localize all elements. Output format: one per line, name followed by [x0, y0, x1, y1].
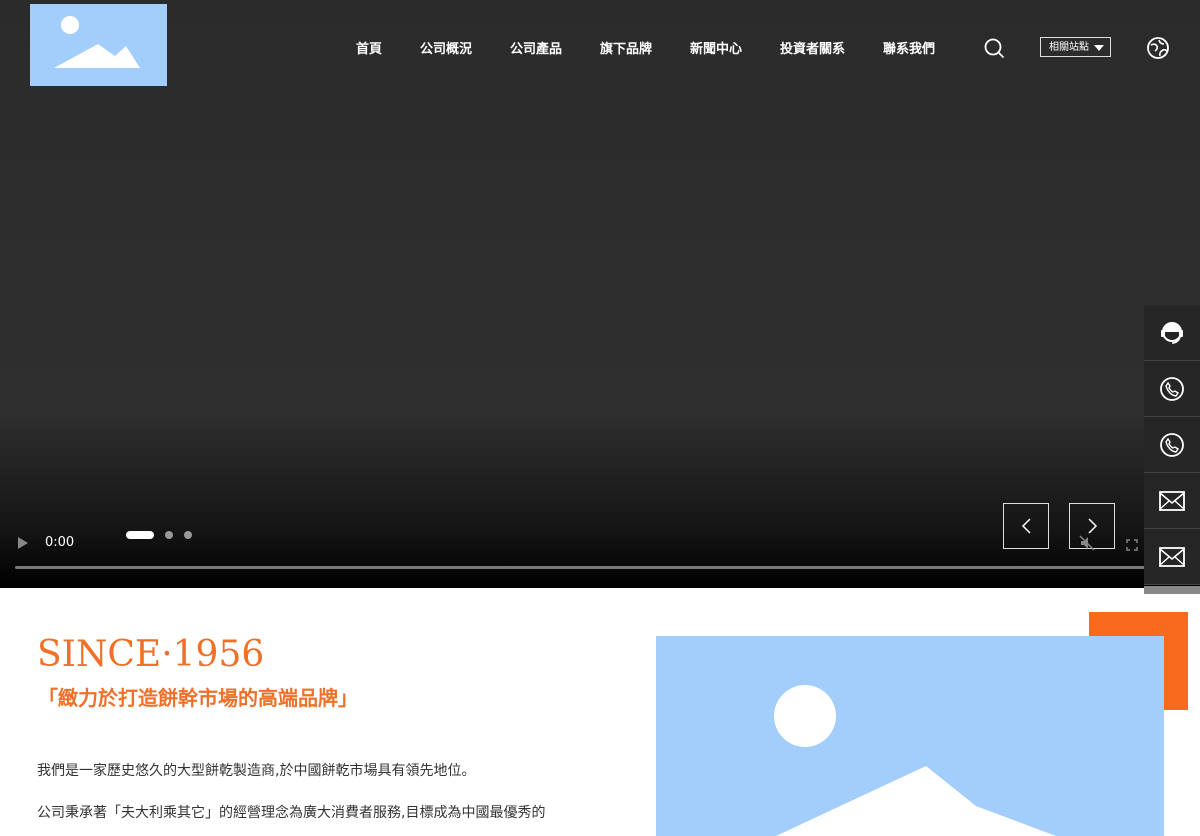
nav-investor-relations[interactable]: 投資者關系 [780, 38, 845, 57]
nav-products[interactable]: 公司產品 [510, 38, 562, 57]
slogan: 「緻力於打造餅幹市場的高端品牌」 [38, 686, 358, 710]
image-placeholder-icon [774, 685, 1056, 836]
related-sites-dropdown[interactable]: 相關站點 [1040, 37, 1111, 57]
intro-paragraph: 我們是一家歷史悠久的大型餅乾製造商,於中國餅乾市場具有領先地位。 [37, 763, 476, 779]
phone-button[interactable] [1144, 417, 1200, 473]
video-time: 0:00 [45, 535, 75, 550]
prev-slide-button[interactable] [1003, 503, 1049, 549]
nav-home[interactable]: 首頁 [356, 38, 382, 57]
play-icon[interactable] [18, 537, 28, 549]
slide-dot[interactable] [184, 531, 192, 539]
language-globe-icon[interactable] [1146, 36, 1170, 60]
nav-news[interactable]: 新聞中心 [690, 38, 742, 57]
slide-dot[interactable] [165, 531, 173, 539]
side-toolbar-bottom-bar [1144, 586, 1200, 594]
nav-brands[interactable]: 旗下品牌 [600, 38, 652, 57]
logo[interactable] [30, 4, 167, 86]
mute-icon[interactable] [1079, 535, 1095, 551]
hero-video[interactable]: 首頁 公司概況 公司產品 旗下品牌 新聞中心 投資者關系 聯系我們 相關站點 0… [0, 0, 1200, 588]
mail-icon [1159, 490, 1185, 511]
about-image [656, 636, 1164, 836]
since-heading: SINCE·1956 [37, 634, 265, 675]
email-button[interactable] [1144, 529, 1200, 585]
email-button[interactable] [1144, 473, 1200, 529]
phone-icon [1160, 376, 1184, 401]
chevron-left-icon [1021, 518, 1031, 534]
search-icon[interactable] [983, 37, 1005, 59]
customer-service-button[interactable] [1144, 305, 1200, 361]
caret-down-icon [1094, 45, 1104, 51]
nav-company-overview[interactable]: 公司概況 [420, 38, 472, 57]
phone-button[interactable] [1144, 361, 1200, 417]
side-contact-toolbar [1144, 305, 1200, 585]
phone-icon [1160, 432, 1184, 457]
slide-dot-active[interactable] [126, 531, 154, 539]
nav-contact[interactable]: 聯系我們 [883, 38, 935, 57]
intro-text: 我們是一家歷史悠久的大型餅乾製造商,於中國餅乾市場具有領先地位。 公司秉承著「夫… [37, 750, 597, 834]
customer-service-icon [1161, 321, 1183, 344]
fullscreen-icon[interactable] [1126, 536, 1138, 551]
video-progress-bar[interactable] [15, 566, 1155, 569]
intro-paragraph: 公司秉承著「夫大利乘其它」的經營理念為廣大消費者服務,目標成為中國最優秀的 [37, 805, 546, 821]
related-sites-label: 相關站點 [1049, 42, 1089, 53]
mail-icon [1159, 546, 1185, 567]
